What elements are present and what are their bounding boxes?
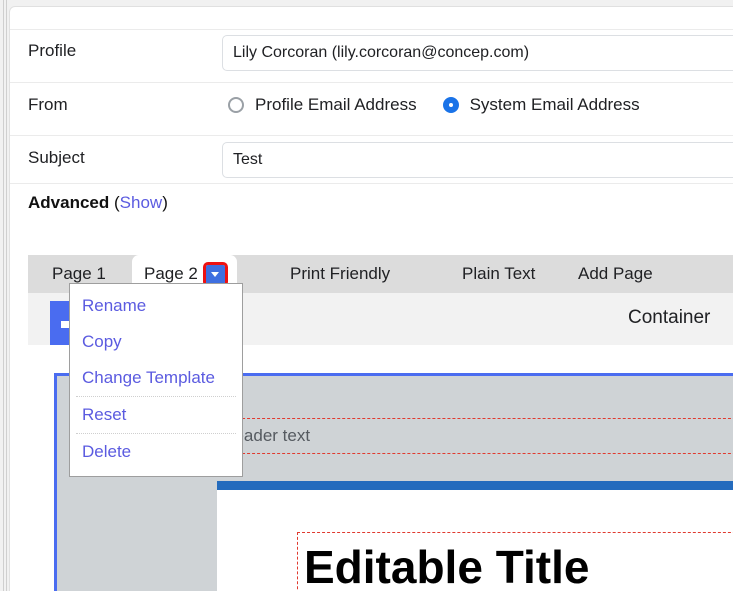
editable-title-region[interactable]: Editable Title [297,532,733,591]
app-window: Profile Lily Corcoran (lily.corcoran@con… [0,0,733,591]
container-label: Container [628,307,711,328]
form-divider-2 [10,135,733,136]
radio-indicator-unselected[interactable] [228,97,244,113]
form-divider-top [10,29,733,30]
tab-page-2-label: Page 2 [144,264,198,283]
tab-plain-text-label: Plain Text [462,264,536,283]
radio-label-system-email: System Email Address [469,95,640,114]
window-edge-line-inner [6,0,7,591]
tab-page-1-label: Page 1 [52,264,106,283]
title-area: Editable Title [217,490,733,591]
radio-option-system-email[interactable]: System Email Address [442,95,640,115]
menu-item-reset[interactable]: Reset [70,397,242,433]
form-divider-1 [10,82,733,83]
radio-label-profile-email: Profile Email Address [255,95,417,114]
tab-print-friendly[interactable]: Print Friendly [278,255,402,293]
page-context-menu: Rename Copy Change Template Reset Delete [69,283,243,477]
profile-input[interactable]: Lily Corcoran (lily.corcoran@concep.com) [222,35,733,71]
subject-label: Subject [28,148,85,167]
tab-print-friendly-label: Print Friendly [290,264,391,283]
tab-add-page[interactable]: Add Page [566,255,665,293]
menu-item-change-template[interactable]: Change Template [70,360,242,396]
menu-item-rename[interactable]: Rename [70,288,242,324]
radio-indicator-selected[interactable] [442,97,459,113]
advanced-close-paren: ) [162,193,168,212]
tab-plain-text[interactable]: Plain Text [450,255,547,293]
window-edge-line-left [3,0,4,591]
advanced-label: Advanced [28,193,110,212]
tab-add-page-label: Add Page [578,264,653,283]
menu-item-copy[interactable]: Copy [70,324,242,360]
advanced-show-link[interactable]: Show [120,193,163,212]
from-label: From [28,95,68,114]
profile-label: Profile [28,41,77,60]
header-text-editable-region[interactable]: header text [217,418,733,454]
advanced-toggle-row: Advanced (Show) [28,193,168,213]
chevron-down-icon[interactable] [202,261,228,287]
radio-option-profile-email[interactable]: Profile Email Address [228,95,417,115]
header-band: header text [217,376,733,481]
subject-input[interactable]: Test [222,142,733,178]
form-divider-3 [10,183,733,184]
menu-item-delete[interactable]: Delete [70,434,242,470]
from-radio-group: Profile Email Address System Email Addre… [228,95,666,115]
header-accent-bar [217,481,733,490]
